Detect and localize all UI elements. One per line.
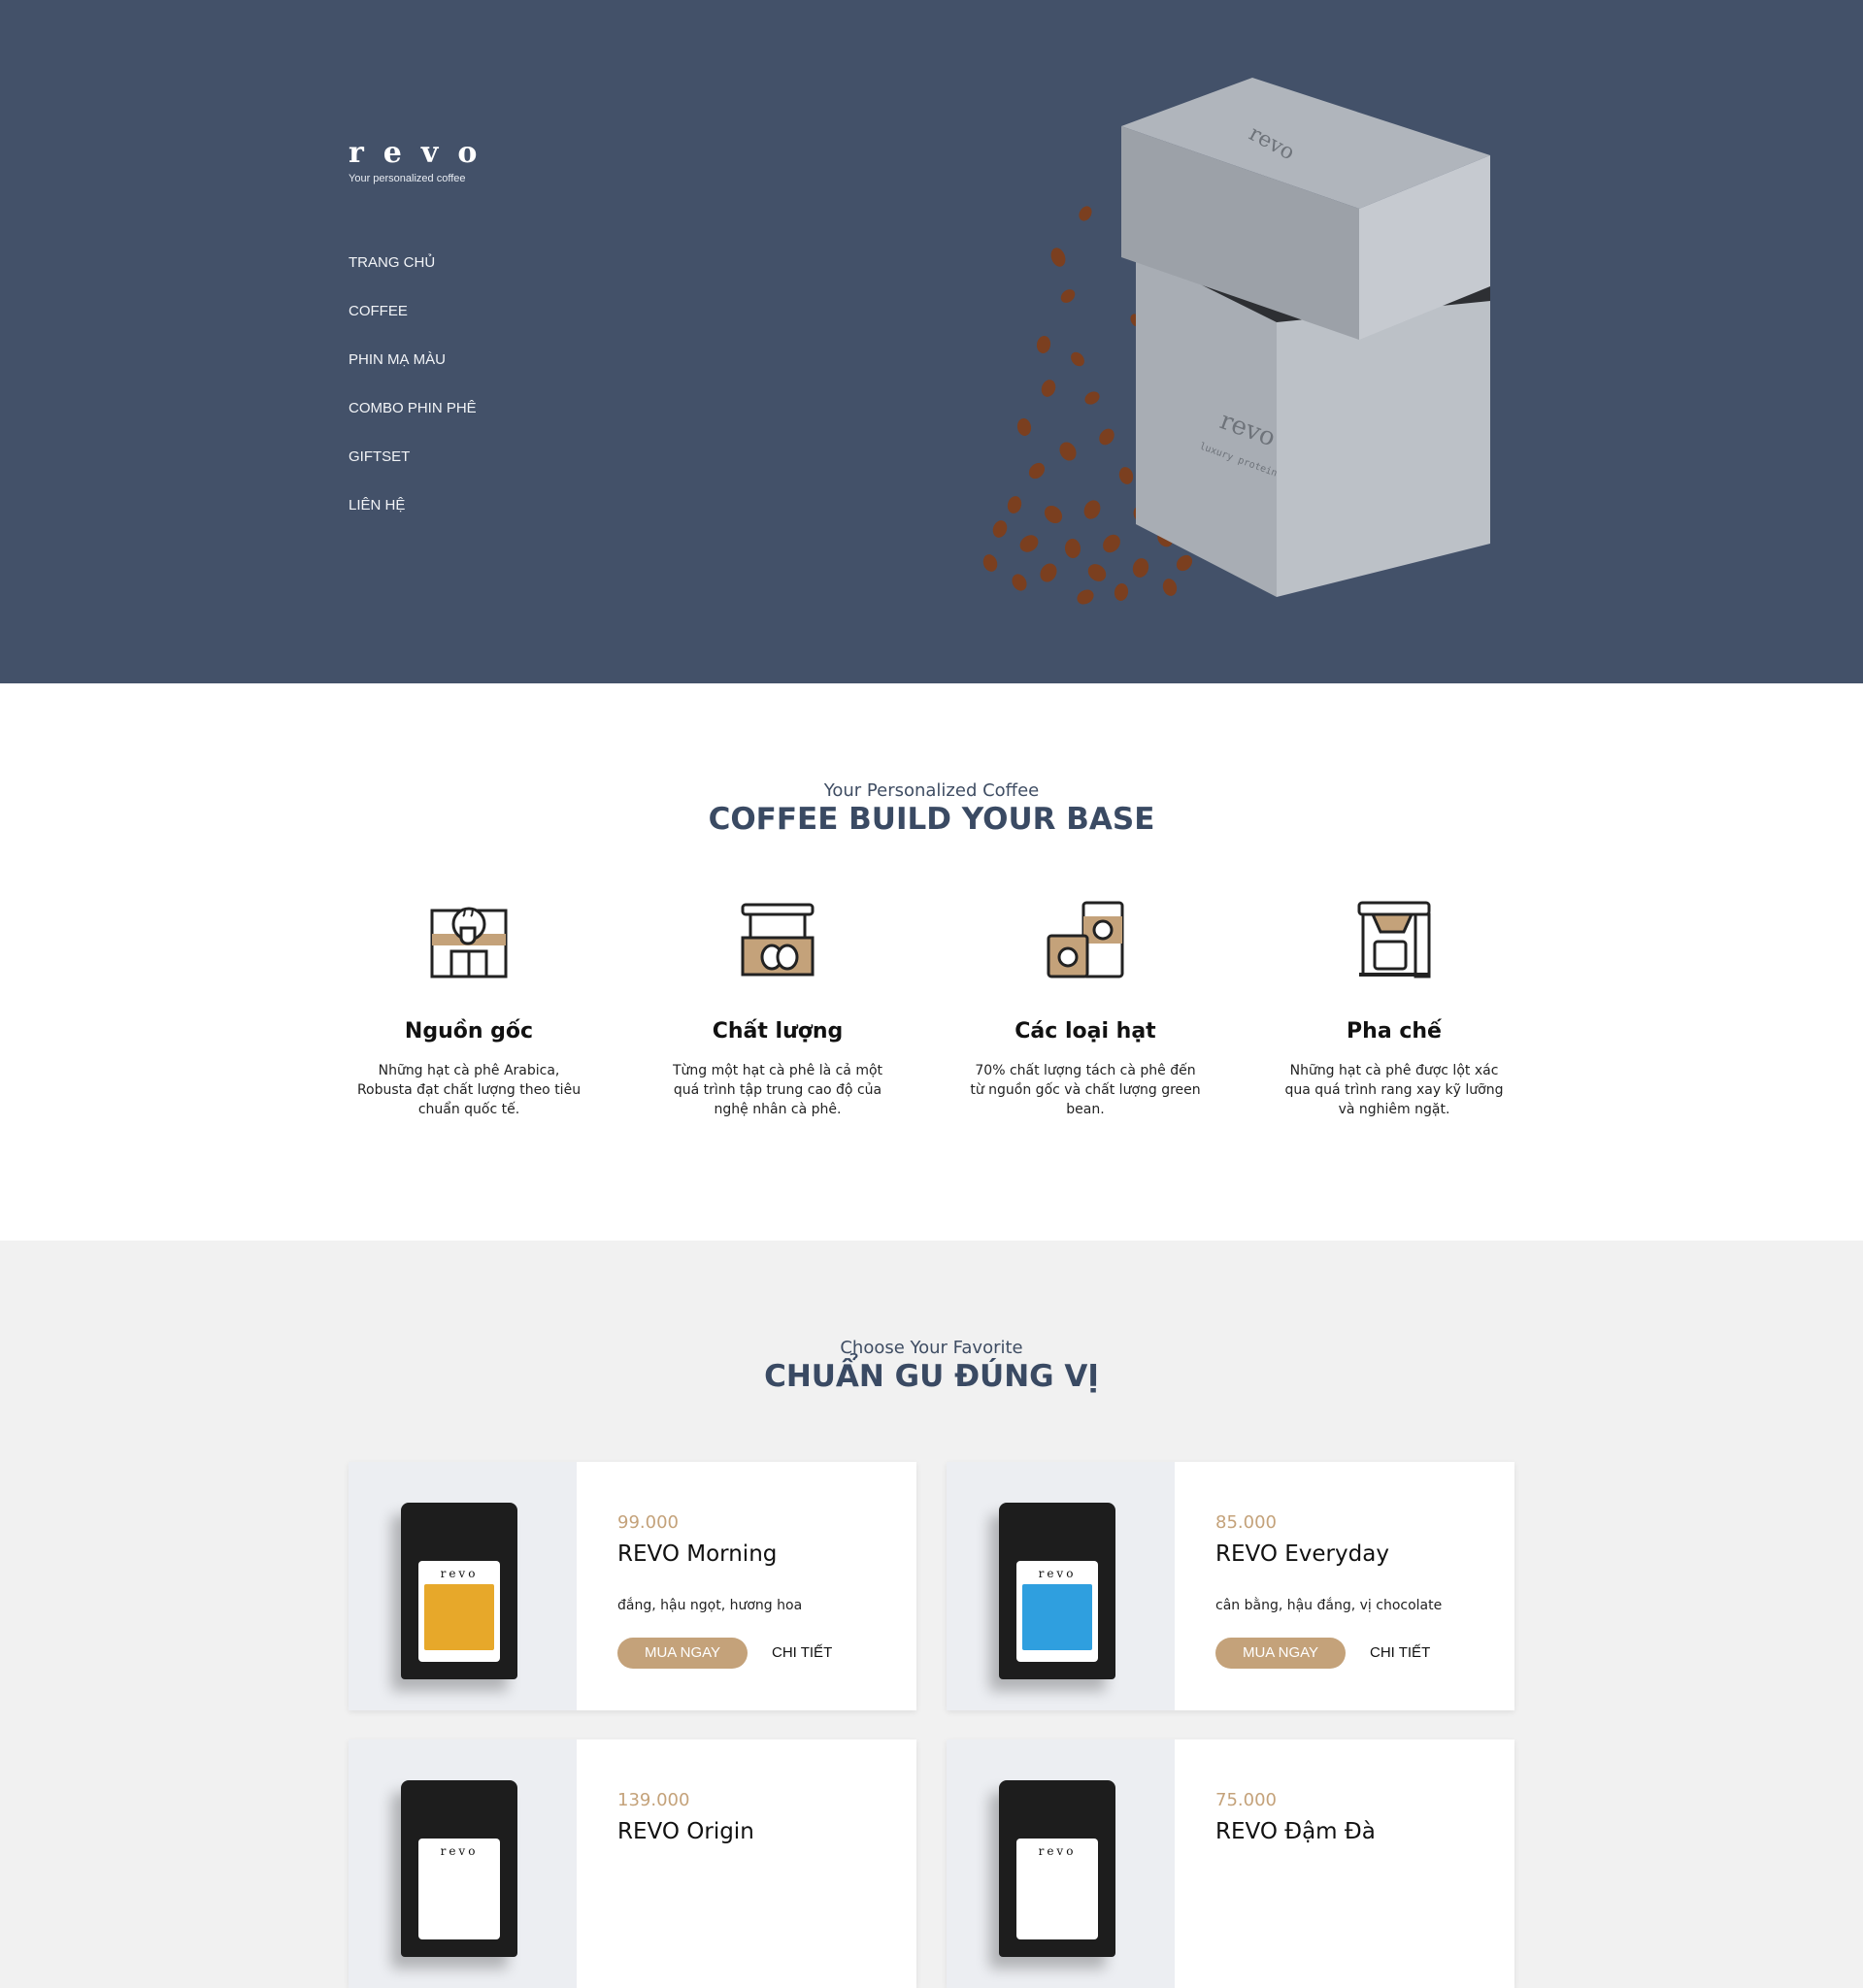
nav-item-contact[interactable]: LIÊN HỆ	[349, 497, 477, 546]
main-nav: TRANG CHỦ COFFEE PHIN MẠ MÀU COMBO PHIN …	[349, 254, 477, 546]
feature-title: Chất lượng	[712, 1019, 844, 1044]
hero-section: revo Your personalized coffee TRANG CHỦ …	[0, 0, 1863, 683]
product-price: 99.000	[617, 1512, 679, 1533]
coffee-jars-icon	[1047, 901, 1124, 978]
coffee-bag: revo	[999, 1780, 1115, 1957]
features-subtitle: Your Personalized Coffee	[823, 780, 1040, 801]
feature-title: Các loại hạt	[1015, 1019, 1156, 1044]
product-image[interactable]: revo	[349, 1462, 577, 1710]
detail-link[interactable]: CHI TIẾT	[1370, 1638, 1430, 1669]
nav-item-home[interactable]: TRANG CHỦ	[349, 254, 477, 303]
coffee-bag: revo	[999, 1503, 1115, 1679]
coffee-bag: revo	[401, 1503, 517, 1679]
feature-origin: Nguồn gốc Những hạt cà phê Arabica, Robu…	[343, 899, 595, 1119]
features-section: Your Personalized Coffee COFFEE BUILD YO…	[0, 683, 1863, 1241]
features-title: COFFEE BUILD YOUR BASE	[708, 802, 1155, 837]
product-image[interactable]: revo	[947, 1462, 1175, 1710]
product-name[interactable]: REVO Đậm Đà	[1215, 1819, 1376, 1844]
nav-item-coffee[interactable]: COFFEE	[349, 303, 477, 351]
feature-brewing: Pha chế Những hạt cà phê được lột xác qu…	[1268, 899, 1520, 1119]
hero-product-image: revo revo luxury protein	[982, 78, 1490, 605]
feature-title: Nguồn gốc	[404, 1019, 534, 1044]
feature-beans: Các loại hạt 70% chất lượng tách cà phê …	[959, 899, 1212, 1119]
nav-item-combo[interactable]: COMBO PHIN PHÊ	[349, 400, 477, 448]
bag-brand: revo	[440, 1567, 479, 1580]
feature-title: Pha chế	[1347, 1019, 1442, 1044]
products-subtitle: Choose Your Favorite	[840, 1338, 1023, 1358]
coffee-bag-icon	[741, 903, 815, 977]
product-card: revo 99.000 REVO Morning đắng, hậu ngọt,…	[349, 1462, 916, 1710]
product-name[interactable]: REVO Origin	[617, 1819, 754, 1844]
product-name[interactable]: REVO Morning	[617, 1541, 777, 1567]
product-price: 85.000	[1215, 1512, 1277, 1533]
coffee-machine-icon	[1357, 901, 1431, 978]
coffee-shop-icon	[430, 907, 508, 978]
box-bottom-side	[1277, 296, 1490, 597]
product-image[interactable]: revo	[947, 1740, 1175, 1988]
product-description: đắng, hậu ngọt, hương hoa	[617, 1598, 803, 1613]
feature-quality: Chất lượng Từng một hạt cà phê là cả một…	[651, 899, 904, 1119]
coffee-bag: revo	[401, 1780, 517, 1957]
product-card: revo 85.000 REVO Everyday cân bằng, hậu …	[947, 1462, 1514, 1710]
product-card: revo 75.000 REVO Đậm Đà	[947, 1740, 1514, 1988]
product-price: 139.000	[617, 1790, 690, 1810]
bag-brand: revo	[1038, 1844, 1077, 1858]
product-card: revo 139.000 REVO Origin	[349, 1740, 916, 1988]
tagline: Your personalized coffee	[349, 173, 466, 184]
buy-now-button[interactable]: MUA NGAY	[1215, 1638, 1346, 1669]
feature-text: Những hạt cà phê được lột xác qua quá tr…	[1284, 1063, 1504, 1117]
buy-now-button[interactable]: MUA NGAY	[617, 1638, 748, 1669]
product-price: 75.000	[1215, 1790, 1277, 1810]
logo[interactable]: revo	[349, 136, 496, 170]
products-section: Choose Your Favorite CHUẨN GU ĐÚNG VỊ re…	[0, 1241, 1863, 1988]
feature-text: Từng một hạt cà phê là cả một quá trình …	[672, 1063, 883, 1117]
product-name[interactable]: REVO Everyday	[1215, 1541, 1389, 1567]
bag-brand: revo	[440, 1844, 479, 1858]
nav-item-giftset[interactable]: GIFTSET	[349, 448, 477, 497]
feature-text: 70% chất lượng tách cà phê đến từ nguồn …	[970, 1063, 1201, 1117]
product-description: cân bằng, hậu đắng, vị chocolate	[1215, 1598, 1443, 1613]
products-title: CHUẨN GU ĐÚNG VỊ	[764, 1359, 1099, 1394]
nav-item-phin[interactable]: PHIN MẠ MÀU	[349, 351, 477, 400]
bag-brand: revo	[1038, 1567, 1077, 1580]
detail-link[interactable]: CHI TIẾT	[772, 1638, 832, 1669]
feature-text: Những hạt cà phê Arabica, Robusta đạt ch…	[356, 1063, 582, 1117]
product-image[interactable]: revo	[349, 1740, 577, 1988]
